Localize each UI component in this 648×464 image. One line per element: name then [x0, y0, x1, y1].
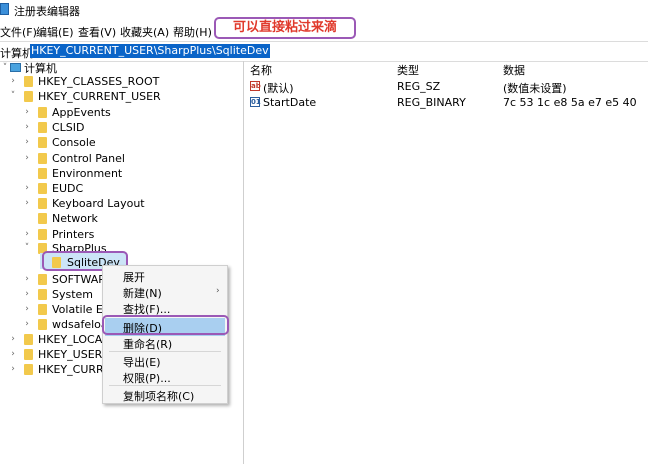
value-name: StartDate — [263, 96, 317, 109]
folder-icon — [38, 137, 47, 148]
tree-label: System — [52, 288, 94, 301]
tree-label: Printers — [52, 228, 95, 241]
menu-file[interactable]: 文件(F) — [0, 24, 37, 40]
menu-item-new[interactable]: 新建(N) — [123, 285, 162, 301]
value-row[interactable]: ab (默认) REG_SZ (数值未设置) — [249, 80, 648, 95]
tree-label: CLSID — [52, 121, 85, 134]
tree-label: Volatile E — [52, 303, 103, 316]
binary-value-icon: 01 — [250, 97, 261, 107]
menu-favorites[interactable]: 收藏夹(A) — [120, 24, 169, 40]
folder-icon — [24, 76, 33, 87]
chevron-right-icon[interactable]: › — [8, 362, 18, 377]
folder-icon — [38, 153, 47, 164]
chevron-right-icon[interactable]: › — [22, 227, 32, 242]
column-header-data[interactable]: 数据 — [503, 62, 525, 78]
chevron-right-icon[interactable]: › — [8, 332, 18, 347]
folder-icon — [38, 289, 47, 300]
chevron-right-icon[interactable]: › — [22, 196, 32, 211]
tree-label: Environment — [52, 167, 123, 180]
tree-label: HKEY_USERS — [38, 348, 110, 361]
folder-icon — [38, 319, 47, 330]
folder-icon — [38, 122, 47, 133]
value-data: 7c 53 1c e8 5a e7 e5 40 — [503, 96, 637, 109]
address-path[interactable]: HKEY_CURRENT_USER\SharpPlus\SqliteDev — [30, 44, 270, 58]
tree-label: AppEvents — [52, 106, 111, 119]
annotation-box — [102, 315, 229, 335]
menu-edit[interactable]: 编辑(E) — [36, 24, 74, 40]
annotation-box: 可以直接粘过来滴 — [214, 17, 356, 39]
menu-view[interactable]: 查看(V) — [78, 24, 116, 40]
folder-icon — [38, 107, 47, 118]
folder-icon — [38, 183, 47, 194]
tree-label: Control Panel — [52, 152, 125, 165]
value-type: REG_SZ — [397, 80, 441, 93]
chevron-right-icon[interactable]: › — [8, 347, 18, 362]
value-row[interactable]: 01 StartDate REG_BINARY 7c 53 1c e8 5a e… — [249, 96, 648, 111]
menu-item-expand[interactable]: 展开 — [123, 269, 145, 285]
chevron-right-icon[interactable]: › — [22, 105, 32, 120]
value-data: (数值未设置) — [503, 82, 567, 95]
value-type: REG_BINARY — [397, 96, 466, 109]
chevron-right-icon[interactable]: › — [22, 302, 32, 317]
folder-icon — [38, 198, 47, 209]
computer-icon — [10, 63, 21, 72]
chevron-right-icon: › — [216, 286, 220, 296]
chevron-down-icon[interactable]: ˅ — [22, 241, 32, 256]
window-title: 注册表编辑器 — [14, 5, 80, 18]
tree-label: Network — [52, 212, 98, 225]
chevron-right-icon[interactable]: › — [22, 135, 32, 150]
folder-icon — [38, 229, 47, 240]
chevron-right-icon[interactable]: › — [22, 151, 32, 166]
folder-icon — [38, 304, 47, 315]
folder-icon — [38, 213, 47, 224]
menu-item-permissions[interactable]: 权限(P)... — [123, 370, 171, 386]
tree-label: EUDC — [52, 182, 84, 195]
chevron-right-icon[interactable]: › — [22, 317, 32, 332]
menu-help[interactable]: 帮助(H) — [173, 24, 212, 40]
tree-label: HKEY_LOCA — [38, 333, 103, 346]
menu-item-copy-key-name[interactable]: 复制项名称(C) — [123, 388, 194, 404]
value-name: (默认) — [263, 82, 294, 95]
folder-icon — [24, 334, 33, 345]
menu-separator — [109, 351, 221, 352]
chevron-right-icon[interactable]: › — [22, 287, 32, 302]
menu-item-export[interactable]: 导出(E) — [123, 354, 161, 370]
tree-label: HKEY_CLASSES_ROOT — [38, 75, 160, 88]
tree-label: Console — [52, 136, 96, 149]
menu-item-rename[interactable]: 重命名(R) — [123, 336, 172, 352]
string-value-icon: ab — [250, 81, 261, 91]
folder-icon — [24, 364, 33, 375]
chevron-right-icon[interactable]: › — [8, 74, 18, 89]
chevron-right-icon[interactable]: › — [22, 120, 32, 135]
chevron-down-icon[interactable]: ˅ — [8, 89, 18, 104]
menu-separator — [109, 385, 221, 386]
chevron-right-icon[interactable]: › — [22, 272, 32, 287]
column-header-name[interactable]: 名称 — [250, 62, 272, 78]
tree-label: HKEY_CURR — [38, 363, 104, 376]
column-header-type[interactable]: 类型 — [397, 62, 419, 78]
tree-label: SOFTWAR — [52, 273, 106, 286]
tree-label: HKEY_CURRENT_USER — [38, 90, 161, 103]
folder-icon — [38, 168, 47, 179]
tree-label: wdsafeloa — [52, 318, 108, 331]
tree-label: Keyboard Layout — [52, 197, 145, 210]
registry-editor-icon — [0, 3, 9, 15]
folder-icon — [38, 274, 47, 285]
folder-icon — [24, 91, 33, 102]
chevron-right-icon[interactable]: › — [22, 181, 32, 196]
folder-icon — [24, 349, 33, 360]
address-bar[interactable]: 计算机\ HKEY_CURRENT_USER\SharpPlus\SqliteD… — [0, 41, 648, 62]
